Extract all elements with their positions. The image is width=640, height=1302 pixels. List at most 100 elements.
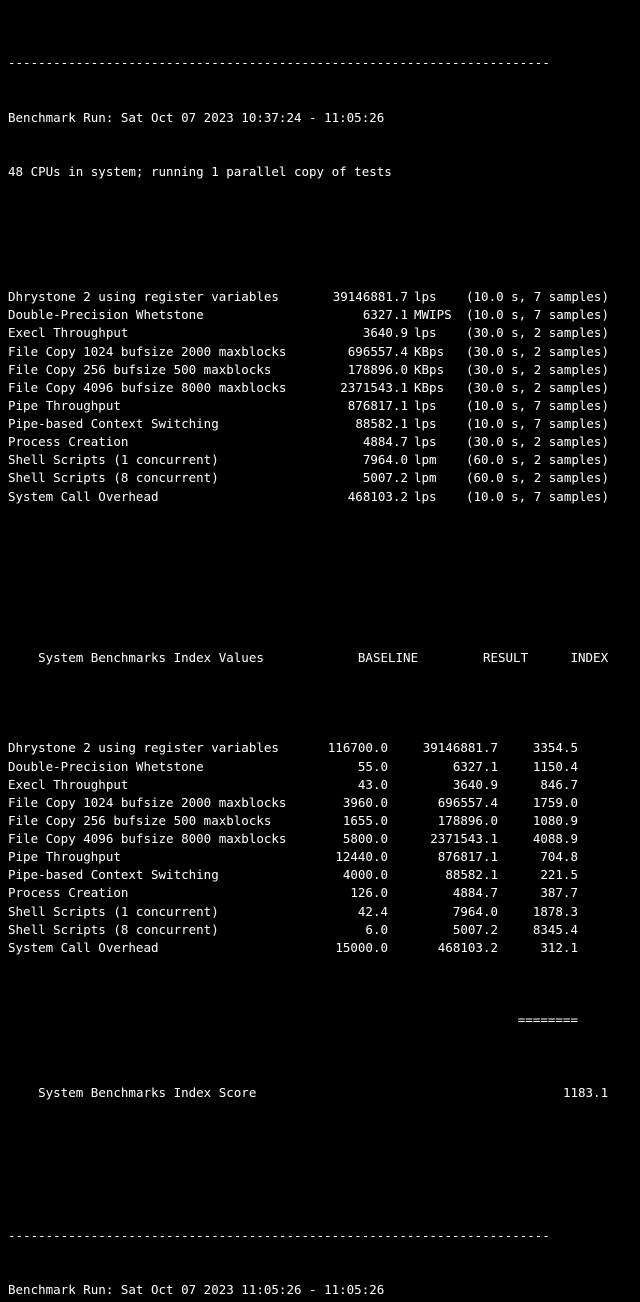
test-name: Dhrystone 2 using register variables <box>8 288 308 306</box>
test-unit: lps <box>408 397 456 415</box>
test-value: 2371543.1 <box>308 379 408 397</box>
test-unit: lps <box>408 433 456 451</box>
index-baseline: 12440.0 <box>308 848 388 866</box>
score-label: System Benchmarks Index Score <box>38 1084 528 1102</box>
test-paren: (10.0 s, 7 samples) <box>456 397 622 415</box>
test-paren: (60.0 s, 2 samples) <box>456 451 622 469</box>
index-row: Process Creation126.04884.7387.7 <box>8 884 632 902</box>
index-result: 5007.2 <box>388 921 498 939</box>
index-result: 4884.7 <box>388 884 498 902</box>
test-paren: (10.0 s, 7 samples) <box>456 415 622 433</box>
test-unit: lps <box>408 288 456 306</box>
test-unit: KBps <box>408 343 456 361</box>
test-value: 88582.1 <box>308 415 408 433</box>
index-baseline: 3960.0 <box>308 794 388 812</box>
test-paren: (10.0 s, 7 samples) <box>456 288 622 306</box>
index-header-row: System Benchmarks Index ValuesBASELINERE… <box>8 631 632 685</box>
index-baseline: 5800.0 <box>308 830 388 848</box>
index-result: 468103.2 <box>388 939 498 957</box>
test-name: File Copy 4096 bufsize 8000 maxblocks <box>8 379 308 397</box>
index-value: 704.8 <box>498 848 578 866</box>
index-value: 312.1 <box>498 939 578 957</box>
index-row: Pipe-based Context Switching4000.088582.… <box>8 866 632 884</box>
test-name: File Copy 1024 bufsize 2000 maxblocks <box>8 343 308 361</box>
index-result: 3640.9 <box>388 776 498 794</box>
index-result: 2371543.1 <box>388 830 498 848</box>
index-value: 8345.4 <box>498 921 578 939</box>
result-row: Pipe Throughput876817.1lps(10.0 s, 7 sam… <box>8 397 632 415</box>
result-row: Dhrystone 2 using register variables3914… <box>8 288 632 306</box>
result-row: File Copy 256 bufsize 500 maxblocks17889… <box>8 361 632 379</box>
index-result: 39146881.7 <box>388 739 498 757</box>
test-unit: lps <box>408 488 456 506</box>
test-value: 178896.0 <box>308 361 408 379</box>
test-unit: KBps <box>408 361 456 379</box>
col-index: INDEX <box>528 649 608 667</box>
index-baseline: 15000.0 <box>308 939 388 957</box>
index-name: Shell Scripts (8 concurrent) <box>8 921 308 939</box>
index-value: 1150.4 <box>498 758 578 776</box>
run2-header: Benchmark Run: Sat Oct 07 2023 11:05:26 … <box>8 1281 632 1299</box>
blank-line <box>8 218 632 234</box>
test-name: Shell Scripts (1 concurrent) <box>8 451 308 469</box>
index-title: System Benchmarks Index Values <box>38 649 338 667</box>
index-baseline: 116700.0 <box>308 739 388 757</box>
col-baseline: BASELINE <box>338 649 418 667</box>
result-row: Execl Throughput3640.9lps(30.0 s, 2 samp… <box>8 324 632 342</box>
test-unit: lpm <box>408 451 456 469</box>
index-value: 221.5 <box>498 866 578 884</box>
index-result: 876817.1 <box>388 848 498 866</box>
index-result: 7964.0 <box>388 903 498 921</box>
index-name: File Copy 1024 bufsize 2000 maxblocks <box>8 794 308 812</box>
index-baseline: 6.0 <box>308 921 388 939</box>
index-row: Shell Scripts (8 concurrent)6.05007.2834… <box>8 921 632 939</box>
index-row: Shell Scripts (1 concurrent)42.47964.018… <box>8 903 632 921</box>
index-name: Process Creation <box>8 884 308 902</box>
test-value: 6327.1 <box>308 306 408 324</box>
test-unit: MWIPS <box>408 306 456 324</box>
index-baseline: 43.0 <box>308 776 388 794</box>
test-paren: (30.0 s, 2 samples) <box>456 433 622 451</box>
result-row: Double-Precision Whetstone6327.1MWIPS(10… <box>8 306 632 324</box>
index-name: Pipe Throughput <box>8 848 308 866</box>
index-row: Pipe Throughput12440.0876817.1704.8 <box>8 848 632 866</box>
test-name: Double-Precision Whetstone <box>8 306 308 324</box>
col-result: RESULT <box>418 649 528 667</box>
test-unit: lps <box>408 324 456 342</box>
index-value: 1759.0 <box>498 794 578 812</box>
result-row: File Copy 4096 bufsize 8000 maxblocks237… <box>8 379 632 397</box>
test-name: Process Creation <box>8 433 308 451</box>
test-unit: lps <box>408 415 456 433</box>
test-value: 7964.0 <box>308 451 408 469</box>
test-unit: KBps <box>408 379 456 397</box>
index-value: 4088.9 <box>498 830 578 848</box>
test-name: Pipe Throughput <box>8 397 308 415</box>
results-block-1: Dhrystone 2 using register variables3914… <box>8 288 632 506</box>
result-row: Shell Scripts (1 concurrent)7964.0lpm(60… <box>8 451 632 469</box>
index-row: System Call Overhead15000.0468103.2312.1 <box>8 939 632 957</box>
run1-header: Benchmark Run: Sat Oct 07 2023 10:37:24 … <box>8 109 632 127</box>
test-name: Pipe-based Context Switching <box>8 415 308 433</box>
test-name: Shell Scripts (8 concurrent) <box>8 469 308 487</box>
index-value: 1878.3 <box>498 903 578 921</box>
index-name: Pipe-based Context Switching <box>8 866 308 884</box>
index-baseline: 126.0 <box>308 884 388 902</box>
index-baseline: 42.4 <box>308 903 388 921</box>
divider-bottom: ----------------------------------------… <box>8 1227 632 1245</box>
index-result: 178896.0 <box>388 812 498 830</box>
index-value: 3354.5 <box>498 739 578 757</box>
test-value: 5007.2 <box>308 469 408 487</box>
index-value: 387.7 <box>498 884 578 902</box>
index-name: Double-Precision Whetstone <box>8 758 308 776</box>
index-name: File Copy 256 bufsize 500 maxblocks <box>8 812 308 830</box>
score-value: 1183.1 <box>528 1084 608 1102</box>
test-name: Execl Throughput <box>8 324 308 342</box>
index-row: File Copy 4096 bufsize 8000 maxblocks580… <box>8 830 632 848</box>
score-row: System Benchmarks Index Score1183.1 <box>8 1066 632 1120</box>
index-value: 846.7 <box>498 776 578 794</box>
terminal-output: ----------------------------------------… <box>0 0 640 1302</box>
test-paren: (30.0 s, 2 samples) <box>456 379 622 397</box>
test-paren: (30.0 s, 2 samples) <box>456 324 622 342</box>
index-name: System Call Overhead <box>8 939 308 957</box>
index-name: Dhrystone 2 using register variables <box>8 739 308 757</box>
